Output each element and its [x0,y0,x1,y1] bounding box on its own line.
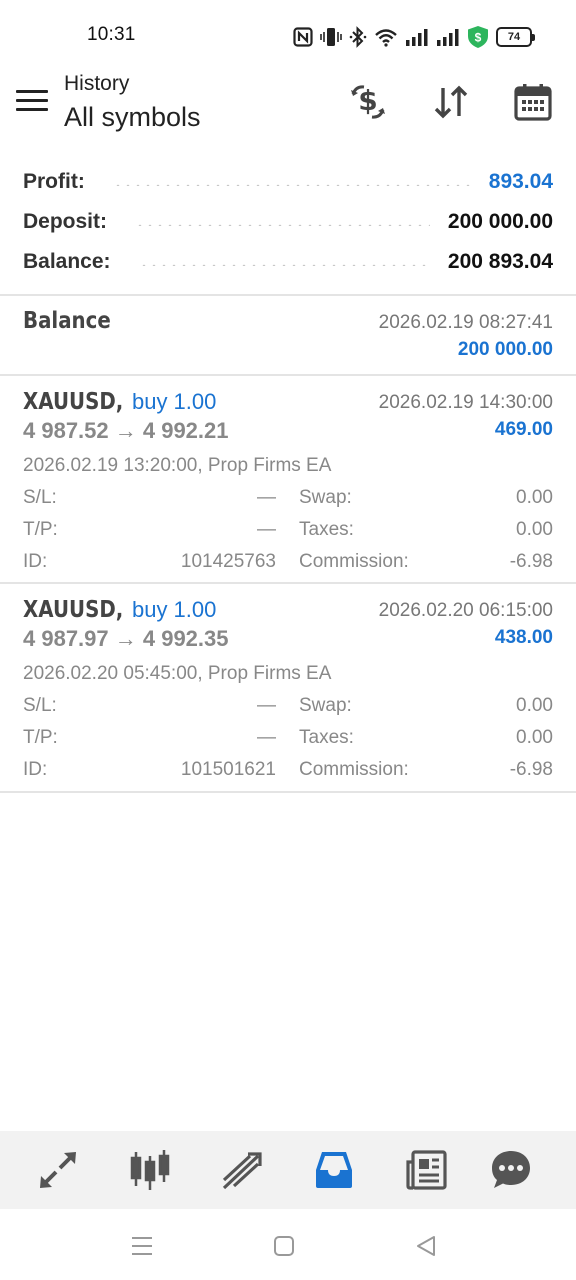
trade-open-info: 2026.02.20 05:45:00, Prop Firms EA [23,663,332,684]
sort-icon[interactable] [429,80,473,124]
balance-entry-date: 2026.02.19 08:27:41 [378,312,553,333]
commission-label: Commission: [299,759,409,780]
symbol-name: XAUUSD, [23,389,124,415]
dot-leader [135,224,430,226]
tp-value: — [257,519,276,540]
balance-row: Balance: 200 893.04 [0,242,576,282]
trade-icon[interactable] [219,1147,265,1193]
divider [0,791,576,793]
swap-value: 0.00 [516,695,553,716]
taxes-label: Taxes: [299,519,354,540]
calendar-icon[interactable] [511,80,555,124]
vibrate-icon [320,28,342,46]
profit-value: 893.04 [488,170,553,193]
news-icon[interactable] [403,1147,449,1193]
deposit-row: Deposit: 200 000.00 [0,202,576,242]
symbols-selector[interactable]: All symbols [64,102,201,133]
taxes-value: 0.00 [516,519,553,540]
profit-row: Profit: 893.04 [0,162,576,202]
dot-leader [138,264,430,266]
tp-value: — [257,727,276,748]
tp-label: T/P: [23,727,58,748]
swap-label: Swap: [299,487,352,508]
trade-item[interactable]: XAUUSD, buy 1.00 4 987.97 → 4 992.35 202… [0,584,576,792]
deposit-value: 200 000.00 [447,210,553,233]
taxes-label: Taxes: [299,727,354,748]
trade-profit: 438.00 [494,627,553,648]
balance-entry-label: Balance [23,308,111,334]
trade-close-time: 2026.02.19 14:30:00 [378,392,553,413]
shield-icon: $ [468,26,488,48]
symbol-name: XAUUSD, [23,597,124,623]
svg-text:$: $ [358,84,377,117]
id-label: ID: [23,551,48,572]
commission-value: -6.98 [509,551,553,572]
swap-value: 0.00 [516,487,553,508]
id-value: 101425763 [180,551,276,572]
back-icon[interactable] [411,1231,441,1261]
history-summary: Profit: 893.04 Deposit: 200 000.00 Balan… [0,162,576,282]
trade-symbol: XAUUSD, buy 1.00 [23,596,216,623]
svg-text:$: $ [475,31,482,45]
id-label: ID: [23,759,48,780]
trade-side: buy 1.00 [131,389,217,414]
balance-entry-amount: 200 000.00 [457,339,553,360]
sl-value: — [257,695,276,716]
bottom-nav [0,1131,576,1209]
status-icons: $ 74 [293,24,535,50]
system-navigation-bar [0,1209,576,1280]
chart-icon[interactable] [127,1147,173,1193]
trade-prices: 4 987.52 → 4 992.21 [23,418,229,443]
trade-close-time: 2026.02.20 06:15:00 [378,600,553,621]
deposit-label: Deposit: [23,210,107,233]
trade-symbol: XAUUSD, buy 1.00 [23,388,216,415]
chat-icon[interactable] [488,1147,534,1193]
trade-open-info: 2026.02.19 13:20:00, Prop Firms EA [23,455,332,476]
taxes-value: 0.00 [516,727,553,748]
sl-label: S/L: [23,695,57,716]
id-value: 101501621 [180,759,276,780]
swap-label: Swap: [299,695,352,716]
page-subtitle: History [64,72,130,95]
quotes-icon[interactable] [35,1147,81,1193]
dot-leader [112,184,471,186]
trade-side: buy 1.00 [131,597,217,622]
toolbar: History All symbols $ [0,72,576,142]
home-icon[interactable] [269,1231,299,1261]
divider [0,294,576,296]
tp-label: T/P: [23,519,58,540]
commission-label: Commission: [299,551,409,572]
history-icon[interactable] [311,1147,357,1193]
status-time: 10:31 [87,24,136,45]
bluetooth-icon [349,26,367,48]
battery-icon: 74 [496,27,535,47]
balance-label: Balance: [23,250,111,273]
status-bar: 10:31 $ 74 [0,0,576,72]
trade-prices: 4 987.97 → 4 992.35 [23,626,229,651]
menu-icon[interactable] [16,90,48,114]
sl-value: — [257,487,276,508]
currency-exchange-icon[interactable]: $ [346,80,390,124]
balance-value: 200 893.04 [447,250,553,273]
trade-item[interactable]: XAUUSD, buy 1.00 4 987.52 → 4 992.21 202… [0,376,576,584]
profit-label: Profit: [23,170,85,193]
signal-icon [406,29,428,46]
wifi-icon [375,29,397,47]
trade-profit: 469.00 [494,419,553,440]
sl-label: S/L: [23,487,57,508]
nfc-icon [293,27,313,47]
signal-icon [437,29,459,46]
commission-value: -6.98 [509,759,553,780]
recent-apps-icon[interactable] [127,1231,157,1261]
